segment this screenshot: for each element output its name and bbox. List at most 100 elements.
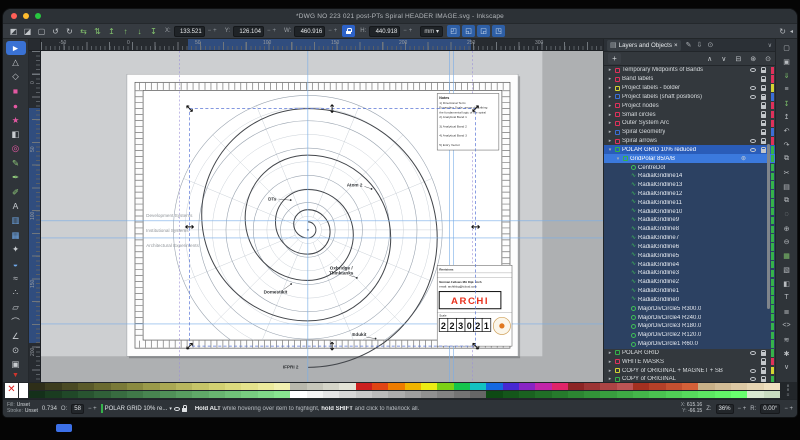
current-layer-chip[interactable]: POLAR GRID 10% re... ▾ [101,404,187,413]
layer-row[interactable]: ∿RadialGridline0 [604,296,775,305]
palette-swatch[interactable] [715,391,731,398]
lock-icon[interactable] [761,70,766,74]
y-spinner[interactable]: −+ [267,28,278,34]
align-dialog-icon[interactable]: ≋ [779,333,795,347]
label-oxbridge-2[interactable]: Thinktanks [329,270,354,275]
tool-zoom[interactable]: ⊙ [6,343,26,357]
close-tab-icon[interactable]: × [674,42,678,49]
tool-gradient[interactable]: ▥ [6,214,26,228]
palette-swatch[interactable] [649,391,665,398]
notes-box[interactable]: Notes 1) Directional Term: Expanding Sca… [437,93,499,150]
palette-swatch[interactable] [405,383,421,390]
lock-icon[interactable] [761,105,766,109]
tool-calligraphy[interactable]: ✐ [6,185,26,199]
x-field[interactable]: 133.521 [174,26,205,37]
palette-swatch[interactable] [747,383,763,390]
palette-swatch[interactable] [78,391,94,398]
palette-swatch[interactable] [503,391,519,398]
search-icon[interactable]: ⊙ [765,55,771,63]
tool-mesh[interactable]: ▦ [6,228,26,242]
redo-icon[interactable]: ↷ [779,138,795,152]
expander-icon[interactable]: ▸ [607,112,613,118]
lock-icon[interactable] [761,96,766,100]
stroke-width-value[interactable]: 0.734 [42,406,57,412]
layer-row[interactable]: ▸Project labels (shaft positions) [604,92,775,101]
palette-swatch[interactable] [764,391,780,398]
expander-icon[interactable]: ▸ [607,76,613,82]
layer-visibility-icon[interactable] [174,407,180,411]
layer-row[interactable]: ▸Spiral Geometry [604,128,775,137]
tool-text[interactable]: A [6,199,26,213]
palette-swatch[interactable] [127,383,143,390]
lock-icon[interactable] [761,88,766,92]
lock-icon[interactable] [761,149,766,153]
palette-swatch[interactable] [568,383,584,390]
width-spinner[interactable]: −+ [328,28,339,34]
export-icon[interactable]: ↥ [779,110,795,124]
palette-swatch[interactable] [731,391,747,398]
layer-row[interactable]: ∿RadialGridline9 [604,216,775,225]
layer-row[interactable]: MajorDivCircle3 R180.0 [604,322,775,331]
white-swatch[interactable] [19,383,28,398]
expander-icon[interactable]: ▸ [607,94,613,100]
palette-menu-icon[interactable]: ≡ [787,393,790,398]
title-block[interactable]: Revisions Norman Fellows MA Dipl. Arch e… [437,265,512,346]
palette-swatch[interactable] [715,383,731,390]
layer-row[interactable]: CentreDot [604,163,775,172]
vertical-ruler[interactable]: 050100150200 [29,51,41,382]
layer-row[interactable]: ∿RadialGridline13 [604,181,775,190]
palette-swatch[interactable] [617,391,633,398]
layer-dropdown-chevron-icon[interactable]: ▾ [169,406,172,412]
lock-icon[interactable] [761,79,766,83]
transform-stroke-toggle[interactable]: ◰ [447,25,460,37]
palette-swatch[interactable] [633,391,649,398]
zoom-out-icon[interactable]: ⊖ [779,235,795,249]
palette-swatch[interactable] [143,391,159,398]
lock-icon[interactable] [761,361,766,365]
palette-swatch[interactable] [454,383,470,390]
layer-row[interactable]: ▸POLAR GRID [604,349,775,358]
layer-row[interactable]: MajorDivCircle2 R120.0 [604,331,775,340]
palette-swatch[interactable] [176,391,192,398]
palette-swatch[interactable] [209,391,225,398]
rotate-90-ccw-icon[interactable]: ↺ [49,25,62,37]
transform-pattern-toggle[interactable]: ◳ [492,25,505,37]
rotation-spinner[interactable]: − + [784,406,793,412]
tool-pencil[interactable]: ✎ [6,156,26,170]
tool-pen[interactable]: ✒ [6,171,26,185]
palette-swatch[interactable] [388,383,404,390]
expander-icon[interactable]: ▸ [607,368,613,374]
palette-swatch[interactable] [421,383,437,390]
expander-icon[interactable]: ▸ [607,359,613,365]
palette-swatch[interactable] [274,383,290,390]
drawing-canvas[interactable]: DTs Atom 2 Domestikit Oxbridge / Thinkta… [41,51,603,382]
eye-icon[interactable] [750,369,756,373]
layers-dialog-icon[interactable]: ≣ [779,305,795,319]
transform-corners-toggle[interactable]: ◱ [462,25,475,37]
lock-icon[interactable] [761,132,766,136]
palette-swatch[interactable] [666,391,682,398]
eye-icon[interactable] [750,148,756,152]
palette-swatch[interactable] [209,383,225,390]
tool-star[interactable]: ★ [6,113,26,127]
palette-swatch[interactable] [649,383,665,390]
palette-swatch[interactable] [682,383,698,390]
refresh-icon[interactable]: ↻ [779,27,786,36]
palette-swatch[interactable] [111,383,127,390]
palette-swatch[interactable] [356,391,372,398]
layer-row[interactable]: ▸COPY of ORIGINAL [604,375,775,382]
tool-rectangle[interactable]: ■ [6,84,26,98]
expander-icon[interactable]: ▸ [607,129,613,135]
select-all-layers-icon[interactable]: ◪ [21,25,34,37]
tool-measure[interactable]: ∠ [6,329,26,343]
palette-swatch[interactable] [568,391,584,398]
palette-swatch[interactable] [29,391,45,398]
layer-row[interactable]: ∿RadialGridline11 [604,198,775,207]
tool-dropper[interactable]: ✦ [6,242,26,256]
palette-swatch[interactable] [633,383,649,390]
palette-swatch[interactable] [94,391,110,398]
palette-swatch[interactable] [584,391,600,398]
units-dropdown[interactable]: mm ▾ [420,26,443,37]
label-development-systems[interactable]: Development Systems [146,213,193,218]
tab-layers-and-objects[interactable]: ▤ Layers and Objects × [607,40,681,51]
